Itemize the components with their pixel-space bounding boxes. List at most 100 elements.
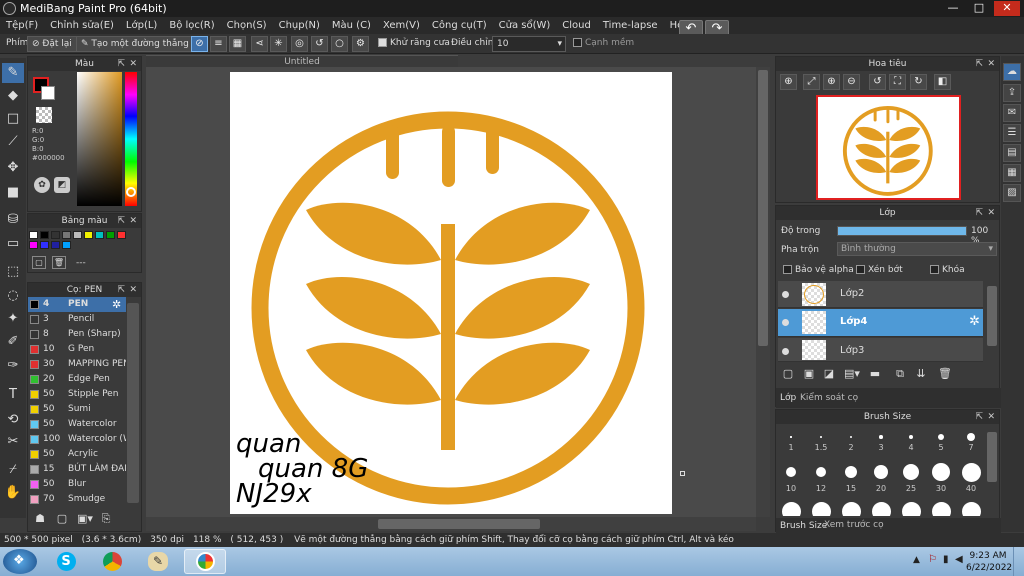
adjust-value-select[interactable]: 10 ▾ (492, 36, 566, 52)
brush-item[interactable]: 50 Acrylic (28, 447, 126, 462)
extra-icon[interactable]: ▨ (1003, 184, 1021, 202)
menu-cloud[interactable]: Cloud (556, 17, 597, 32)
new-halftone-layer-icon[interactable]: ▣ (801, 367, 817, 382)
new-color-layer-icon[interactable]: ◪ (821, 367, 837, 382)
brush-item[interactable]: 20 Edge Pen (28, 372, 126, 387)
brush-item[interactable]: 50 Sumi (28, 402, 126, 417)
drawing-canvas[interactable]: quan quan 8G NJ29x (230, 72, 672, 514)
hue-handle[interactable] (126, 187, 136, 197)
divide-tool-icon[interactable]: ✂ (2, 432, 24, 452)
brush-size-cell[interactable]: 40 (956, 460, 986, 493)
grid-snap-icon[interactable]: ▦ (229, 36, 246, 52)
rotate-right-icon[interactable]: ↻ (910, 74, 927, 90)
float-icon[interactable]: ⇱ (975, 410, 983, 424)
soft-edge-option[interactable]: Cạnh mềm (573, 38, 634, 48)
rotate-left-icon[interactable]: ↺ (869, 74, 886, 90)
menu-edit[interactable]: Chỉnh sửa(E) (44, 17, 120, 32)
properties-icon[interactable]: ▦ (1003, 164, 1021, 182)
volume-icon[interactable]: ◀ (955, 554, 963, 565)
circle-snap-icon[interactable]: ○ (331, 36, 348, 52)
zoom-in-icon[interactable]: ⊕ (780, 74, 797, 90)
new-palette-icon[interactable]: ▢ (32, 256, 46, 269)
close-icon[interactable]: ✕ (129, 283, 137, 297)
brush-size-cell[interactable]: 3 (866, 427, 896, 452)
show-desktop-button[interactable] (1013, 547, 1024, 576)
float-icon[interactable]: ⇱ (975, 206, 983, 220)
hand-tool-icon[interactable]: ✋ (2, 483, 24, 503)
palette-swatch[interactable] (117, 231, 126, 239)
menu-color[interactable]: Màu (C) (326, 17, 377, 32)
menu-file[interactable]: Tệp(F) (0, 17, 44, 32)
opacity-slider[interactable] (837, 226, 967, 236)
parallel-snap-icon[interactable]: ≡ (210, 36, 227, 52)
reset-button[interactable]: ⊘ Đặt lại (27, 36, 77, 52)
lock-checkbox[interactable] (930, 265, 939, 274)
tab-brush-control[interactable]: Kiểm soát cọ (800, 393, 858, 403)
brush-list-scrollbar[interactable] (127, 303, 139, 503)
brush-size-cell[interactable]: 15 (836, 460, 866, 493)
close-icon[interactable]: ✕ (987, 57, 995, 71)
add-brush-icon[interactable]: ▣▾ (74, 512, 96, 528)
network-icon[interactable]: ▮ (943, 554, 949, 565)
gradient-tool-icon[interactable]: ▭ (2, 234, 24, 254)
brush-size-cell[interactable]: 25 (896, 460, 926, 493)
soft-edge-checkbox[interactable] (573, 38, 582, 47)
close-icon[interactable]: ✕ (987, 410, 995, 424)
menu-timelapse[interactable]: Time-lapse (597, 17, 664, 32)
brush-size-cell[interactable]: 20 (866, 460, 896, 493)
palette-swatch[interactable] (62, 241, 71, 249)
chat-icon[interactable]: ✉ (1003, 104, 1021, 122)
brush-item[interactable]: 15 BÚT LÀM ĐAM (28, 462, 126, 477)
brush-size-scrollbar[interactable] (987, 432, 997, 482)
taskbar-skype[interactable]: S (45, 549, 87, 574)
straight-line-button[interactable]: ✎ Tạo một đường thẳng (76, 36, 194, 52)
color-saturation-field[interactable] (77, 72, 122, 206)
clipping-checkbox[interactable] (856, 265, 865, 274)
brush-size-cell[interactable] (776, 502, 806, 516)
maximize-button[interactable]: □ (966, 1, 992, 16)
brush-item[interactable]: 50 Stipple Pen (28, 387, 126, 402)
select-tool-icon[interactable]: ⬚ (2, 262, 24, 282)
transparent-color-swatch[interactable] (36, 107, 52, 123)
palette-swatch[interactable] (106, 231, 115, 239)
float-icon[interactable]: ⇱ (975, 57, 983, 71)
palette-swatch[interactable] (84, 231, 93, 239)
layer-row[interactable]: Lớp2 (778, 281, 983, 308)
layer-row[interactable]: Lớp4 ✲ (778, 309, 983, 337)
eye-icon[interactable] (782, 291, 789, 298)
curve-snap-icon[interactable]: ↺ (311, 36, 328, 52)
menu-view[interactable]: Xem(V) (377, 17, 426, 32)
duplicate-layer-icon[interactable]: ⧉ (892, 367, 908, 382)
clipping-option[interactable]: Xén bớt (856, 265, 903, 275)
flip-icon[interactable]: ◧ (934, 74, 951, 90)
brush-size-cell[interactable] (956, 502, 986, 516)
brush-size-cell[interactable]: 1.5 (806, 427, 836, 452)
brush-size-cell[interactable]: 2 (836, 427, 866, 452)
brush-item[interactable]: 50 Blur (28, 477, 126, 492)
layer-list-scrollbar[interactable] (987, 286, 997, 346)
color-wheel-icon[interactable]: ✿ (34, 177, 50, 193)
eye-icon[interactable] (782, 319, 789, 326)
brush-size-cell[interactable] (896, 502, 926, 516)
brush-size-cell[interactable]: 4 (896, 427, 926, 452)
tab-untitled[interactable]: Untitled (146, 55, 458, 67)
new-layer-icon[interactable]: ▢ (780, 367, 796, 382)
brush-size-cell[interactable]: 7 (956, 427, 986, 452)
snap-settings-icon[interactable]: ⚙ (352, 36, 369, 52)
menu-snap[interactable]: Chụp(N) (273, 17, 326, 32)
fit-window-icon[interactable]: ⛶ (889, 74, 906, 90)
brush-size-cell[interactable]: 12 (806, 460, 836, 493)
brush-item[interactable]: 3 Pencil (28, 312, 126, 327)
start-button[interactable]: ❖ (3, 549, 37, 574)
taskbar-chrome[interactable] (91, 549, 133, 574)
line-tool-icon[interactable]: ⟋ (2, 132, 24, 152)
close-icon[interactable]: ✕ (129, 57, 137, 71)
delete-layer-icon[interactable]: 🗑 (937, 367, 953, 382)
palette-swatch[interactable] (29, 231, 38, 239)
menu-filter[interactable]: Bộ lọc(R) (163, 17, 220, 32)
eraser-tool-icon[interactable]: ◆ (2, 86, 24, 106)
menu-select[interactable]: Chọn(S) (221, 17, 273, 32)
secondary-color-swatch[interactable] (41, 86, 55, 100)
brush-size-cell[interactable]: 30 (926, 460, 956, 493)
brush-size-cell[interactable]: 5 (926, 427, 956, 452)
